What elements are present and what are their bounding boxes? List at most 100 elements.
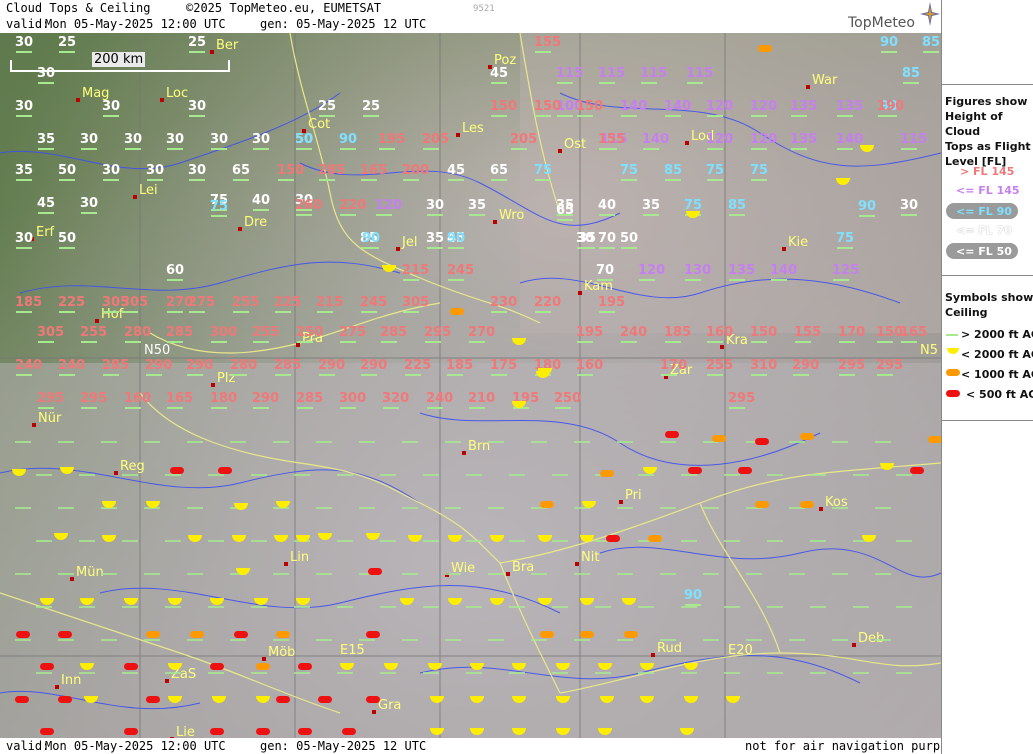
city-marker	[720, 345, 724, 349]
fl-label-low: 30	[102, 163, 121, 178]
ceiling-high-mark	[665, 115, 681, 117]
ceiling-high-mark	[617, 573, 633, 575]
ceiling-high-mark	[832, 639, 848, 641]
ceiling-high-mark	[81, 148, 97, 150]
ceiling-high-mark	[101, 441, 117, 443]
ceiling-verylow-symbol	[124, 728, 138, 735]
ceiling-high-mark	[509, 672, 525, 674]
ceiling-high-mark	[661, 374, 677, 376]
ceiling-verylow-symbol	[58, 696, 72, 703]
ceiling-high-mark	[681, 540, 697, 542]
ceiling-high-mark	[275, 311, 291, 313]
fl-label-high: 125	[832, 263, 860, 278]
ceiling-high-mark	[574, 573, 590, 575]
ceiling-high-mark	[531, 573, 547, 575]
fl-label-top: 270	[468, 325, 496, 340]
ceiling-high-mark	[187, 374, 203, 376]
ceiling-high-mark	[101, 639, 117, 641]
fl-label-low: 30	[900, 198, 919, 213]
fl-label-top: 290	[186, 358, 214, 373]
ceiling-high-mark	[16, 51, 32, 53]
ceiling-high-mark	[189, 311, 205, 313]
scale-bar-label: 200 km	[92, 52, 146, 67]
ceiling-high-mark	[294, 672, 310, 674]
ceiling-high-mark	[681, 672, 697, 674]
ceiling-high-mark	[445, 441, 461, 443]
fl-label-top: 290	[792, 358, 820, 373]
ceiling-high-mark	[167, 148, 183, 150]
ceiling-high-mark	[509, 474, 525, 476]
ceiling-high-mark	[16, 115, 32, 117]
fl-label-top: 255	[706, 358, 734, 373]
city-marker	[210, 50, 214, 54]
city-label: Ber	[216, 38, 239, 53]
ceiling-high-mark	[448, 279, 464, 281]
ceiling-high-mark	[789, 441, 805, 443]
ceiling-high-mark	[211, 407, 227, 409]
ceiling-high-mark	[359, 639, 375, 641]
ceiling-high-mark	[337, 606, 353, 608]
ceiling-high-mark	[361, 374, 377, 376]
ceiling-high-mark	[681, 606, 697, 608]
ceiling-verylow-symbol	[298, 663, 312, 670]
ceiling-high-mark	[251, 540, 267, 542]
ceiling-verylow-symbol	[368, 568, 382, 575]
fl-label-top: 320	[382, 391, 410, 406]
ceiling-high-mark	[746, 573, 762, 575]
city-marker	[619, 500, 623, 504]
fl-label-top: 185	[446, 358, 474, 373]
fl-label-low: 30	[80, 132, 99, 147]
disclaimer: not for air navigation purposes	[745, 739, 969, 753]
ceiling-high-mark	[125, 341, 141, 343]
ceiling-high-mark	[878, 115, 894, 117]
ceiling-high-mark	[165, 474, 181, 476]
ceiling-high-mark	[681, 474, 697, 476]
grid-label-n50-right: N5	[920, 343, 938, 358]
ceiling-high-mark	[832, 507, 848, 509]
ceiling-high-mark	[147, 179, 163, 181]
fl-label-top: 255	[232, 295, 260, 310]
fl-label-high: 115	[598, 66, 626, 81]
ceiling-high-mark	[448, 247, 464, 249]
ceiling-high-mark	[875, 507, 891, 509]
ceiling-verylow-symbol	[210, 728, 224, 735]
ceiling-high-mark	[795, 341, 811, 343]
city-marker	[372, 710, 376, 714]
ceiling-high-mark	[423, 672, 439, 674]
ceiling-high-mark	[58, 573, 74, 575]
ceiling-high-mark	[595, 606, 611, 608]
ceiling-high-mark	[853, 606, 869, 608]
ceiling-high-mark	[59, 247, 75, 249]
cloud-tops-map[interactable]: 200 km N50 N5 E15 E20 Ber Poz War Mag Loc Cot…	[0, 33, 941, 738]
ceiling-high-mark	[144, 441, 160, 443]
ceiling-high-mark	[231, 374, 247, 376]
ceiling-high-mark	[638, 606, 654, 608]
fl-label-mid: 90	[339, 132, 358, 147]
ceiling-high-mark	[469, 341, 485, 343]
fl-label-mid: 90	[447, 231, 466, 246]
ceiling-high-mark	[79, 606, 95, 608]
ceiling-high-mark	[405, 374, 421, 376]
ceiling-high-mark	[359, 441, 375, 443]
fl-label-low: 65	[556, 203, 575, 218]
fl-label-top: 230	[490, 295, 518, 310]
ceiling-high-mark	[767, 474, 783, 476]
fl-label-low: 50	[58, 163, 77, 178]
ceiling-low-symbol	[624, 631, 638, 638]
fl-label-top: 300	[339, 391, 367, 406]
ceiling-high-mark	[793, 374, 809, 376]
ceiling-high-mark	[251, 606, 267, 608]
city-label: Dre	[244, 215, 268, 230]
grid-label-n50: N50	[144, 343, 171, 358]
ceiling-high-mark	[273, 441, 289, 443]
fl-label-top: 215	[316, 295, 344, 310]
ceiling-low-symbol	[928, 436, 941, 443]
map-title: Cloud Tops & Ceiling	[6, 1, 151, 15]
fl-label-low: 30	[166, 132, 185, 147]
ceiling-high-mark	[875, 639, 891, 641]
fl-label-low: 30	[102, 99, 121, 114]
ceiling-high-mark	[319, 374, 335, 376]
ceiling-high-mark	[901, 214, 917, 216]
ceiling-high-mark	[660, 573, 676, 575]
ceiling-high-mark	[122, 311, 138, 313]
